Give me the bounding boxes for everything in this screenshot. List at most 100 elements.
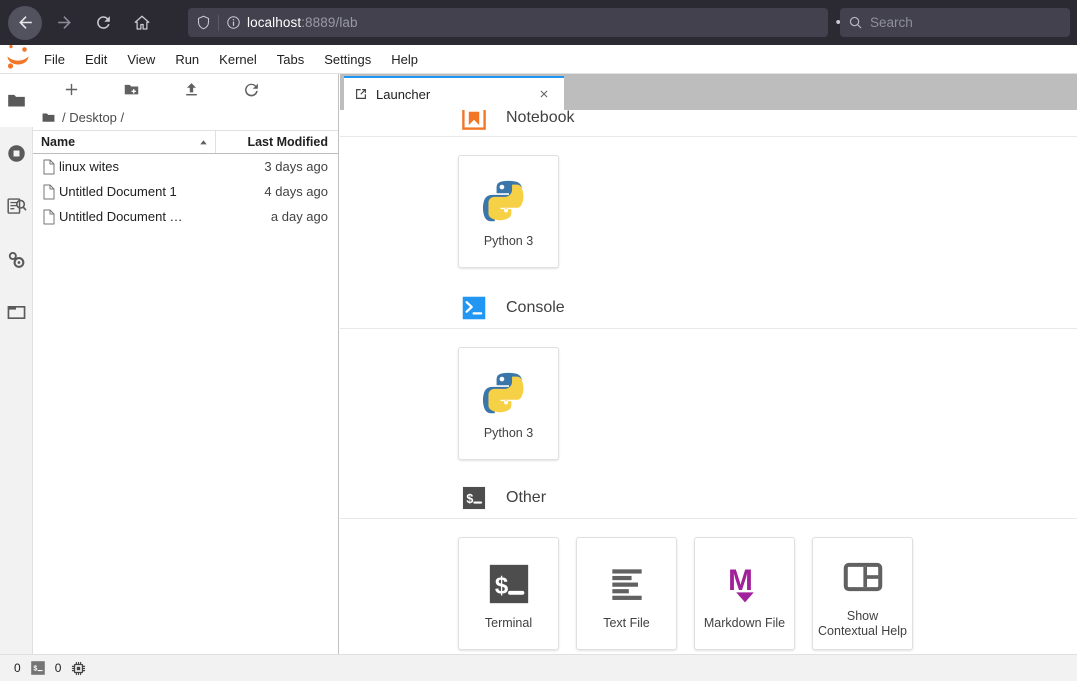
file-list: linux wites 3 days ago Untitled Document… <box>33 154 338 229</box>
terminal-icon: $ <box>460 484 488 512</box>
launcher-card-label: Python 3 <box>483 234 534 248</box>
launcher-section-other-header: $ Other <box>340 478 1077 518</box>
new-launcher-button[interactable] <box>41 75 101 103</box>
column-header-name[interactable]: Name <box>33 131 216 153</box>
menu-edit[interactable]: Edit <box>75 45 117 74</box>
info-circle-icon[interactable] <box>219 15 247 30</box>
launcher-card-label: Python 3 <box>483 426 534 440</box>
refresh-icon <box>244 83 258 96</box>
file-modified: a day ago <box>270 209 328 224</box>
sort-ascending-icon <box>200 139 207 144</box>
launcher-card-row-console: Python 3 <box>340 329 1077 478</box>
sidebar-item-command-palette[interactable] <box>0 180 33 233</box>
upload-button[interactable] <box>161 75 221 103</box>
sidebar-item-file-browser[interactable] <box>0 74 33 127</box>
launcher-card-label: Show Contextual Help <box>818 608 907 638</box>
new-folder-icon <box>124 84 138 94</box>
sidebar-item-running-terminals[interactable] <box>0 127 33 180</box>
main-area: Launcher Notebook Python 3 Console Pytho… <box>340 74 1077 654</box>
launcher-card-markdown-file[interactable]: M Markdown File <box>694 537 795 650</box>
terminal-icon: $ <box>486 556 532 612</box>
markdown-icon: M <box>722 556 768 612</box>
launcher-section-title: Other <box>506 489 547 506</box>
reload-button[interactable] <box>86 6 120 40</box>
launcher-card-label: Terminal <box>484 616 533 630</box>
stop-circle-icon <box>8 145 25 162</box>
new-folder-button[interactable] <box>101 75 161 103</box>
search-icon <box>840 15 870 30</box>
launcher-card-text-file[interactable]: Text File <box>576 537 677 650</box>
reload-icon <box>96 16 110 29</box>
launcher-section-title: Notebook <box>506 110 575 126</box>
launcher-card-label: Markdown File <box>703 616 786 630</box>
tab-label: Launcher <box>376 86 431 102</box>
python-icon <box>482 174 535 230</box>
close-icon[interactable] <box>534 88 554 100</box>
back-arrow-icon <box>18 16 32 29</box>
svg-text:$: $ <box>466 492 473 506</box>
python-icon <box>482 366 535 422</box>
menu-help[interactable]: Help <box>381 45 428 74</box>
sidebar-item-property-inspector[interactable] <box>0 233 33 286</box>
launcher-panel: Notebook Python 3 Console Python 3 $ Oth… <box>340 110 1077 654</box>
file-icon <box>33 184 59 200</box>
text-file-icon <box>605 556 649 612</box>
launcher-card-row-other: $ Terminal Text File M Markdown File Sho… <box>340 519 1077 654</box>
file-modified: 3 days ago <box>264 159 328 174</box>
tab-bar: Launcher <box>340 74 1077 110</box>
launcher-icon <box>354 87 374 101</box>
launcher-card-show-contextual-help[interactable]: Show Contextual Help <box>812 537 913 650</box>
column-header-name-label: Name <box>41 135 76 149</box>
address-bar[interactable]: localhost:8889/lab <box>188 8 828 37</box>
gears-icon <box>8 252 25 268</box>
breadcrumb-path: / Desktop / <box>62 109 125 125</box>
cpu-chip-icon[interactable] <box>70 660 87 677</box>
browser-toolbar: localhost:8889/lab ••• Search <box>0 0 1077 45</box>
table-row[interactable]: linux wites 3 days ago <box>33 154 338 179</box>
table-row[interactable]: Untitled Document 1 4 days ago <box>33 179 338 204</box>
svg-text:M: M <box>728 564 753 597</box>
launcher-card-terminal[interactable]: $ Terminal <box>458 537 559 650</box>
file-list-header: Name Last Modified <box>33 130 338 154</box>
launcher-card-python3-console[interactable]: Python 3 <box>458 347 559 460</box>
folder-icon <box>42 112 55 122</box>
url-path: :8889/lab <box>301 15 358 30</box>
home-icon <box>134 15 150 30</box>
refresh-button[interactable] <box>221 75 281 103</box>
forward-button[interactable] <box>47 6 81 40</box>
back-button[interactable] <box>8 5 42 40</box>
jupyter-menu-bar: File Edit View Run Kernel Tabs Settings … <box>0 44 1077 74</box>
tab-launcher[interactable]: Launcher <box>344 76 564 110</box>
file-icon <box>33 159 59 175</box>
svg-text:$: $ <box>494 573 507 600</box>
url-host: localhost <box>247 15 302 30</box>
menu-run[interactable]: Run <box>165 45 209 74</box>
shield-icon[interactable] <box>188 15 218 30</box>
launcher-card-label: Text File <box>603 616 650 630</box>
table-row[interactable]: Untitled Document … a day ago <box>33 204 338 229</box>
console-icon <box>460 294 488 322</box>
launcher-card-row-notebook: Python 3 <box>340 137 1077 288</box>
folder-icon <box>7 94 25 107</box>
browser-search-placeholder: Search <box>870 15 913 30</box>
kernels-count: 0 <box>54 661 62 675</box>
file-name: Untitled Document 1 <box>59 184 177 199</box>
menu-kernel[interactable]: Kernel <box>209 45 267 74</box>
jupyter-book-icon <box>460 110 488 132</box>
browser-search-bar[interactable]: Search <box>840 8 1070 37</box>
palette-search-icon <box>7 198 27 214</box>
menu-file[interactable]: File <box>34 45 75 74</box>
column-header-last-modified[interactable]: Last Modified <box>216 135 338 149</box>
forward-arrow-icon <box>57 16 71 29</box>
menu-view[interactable]: View <box>117 45 165 74</box>
file-icon <box>33 209 59 225</box>
home-button[interactable] <box>125 6 159 40</box>
launcher-card-python3-notebook[interactable]: Python 3 <box>458 155 559 268</box>
launcher-section-notebook-header: Notebook <box>340 110 1077 136</box>
menu-settings[interactable]: Settings <box>314 45 381 74</box>
terminal-icon[interactable]: $ <box>30 660 46 676</box>
file-name: Untitled Document … <box>59 209 183 224</box>
menu-tabs[interactable]: Tabs <box>267 45 314 74</box>
sidebar-item-open-tabs[interactable] <box>0 286 33 339</box>
breadcrumb[interactable]: / Desktop / <box>33 104 338 130</box>
